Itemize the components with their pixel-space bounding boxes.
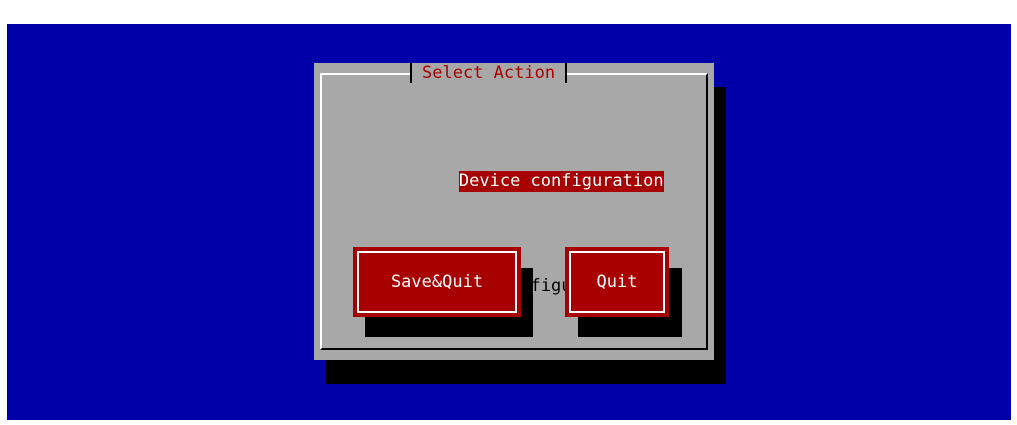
menu-item-device-configuration[interactable]: Device configuration [377, 150, 664, 213]
quit-button-frame: Quit [569, 251, 665, 313]
save-quit-button-frame: Save&Quit [357, 251, 517, 313]
terminal-screen: Select Action Device configuration DNS c… [7, 24, 1011, 420]
quit-button[interactable]: Quit [565, 247, 669, 317]
save-quit-button[interactable]: Save&Quit [353, 247, 521, 317]
save-quit-button-label: Save&Quit [390, 271, 484, 292]
quit-button-label: Quit [596, 271, 638, 292]
menu-item-label[interactable]: Device configuration [458, 171, 664, 192]
select-action-dialog: Select Action Device configuration DNS c… [314, 63, 714, 360]
dialog-title: Select Action [410, 63, 568, 84]
